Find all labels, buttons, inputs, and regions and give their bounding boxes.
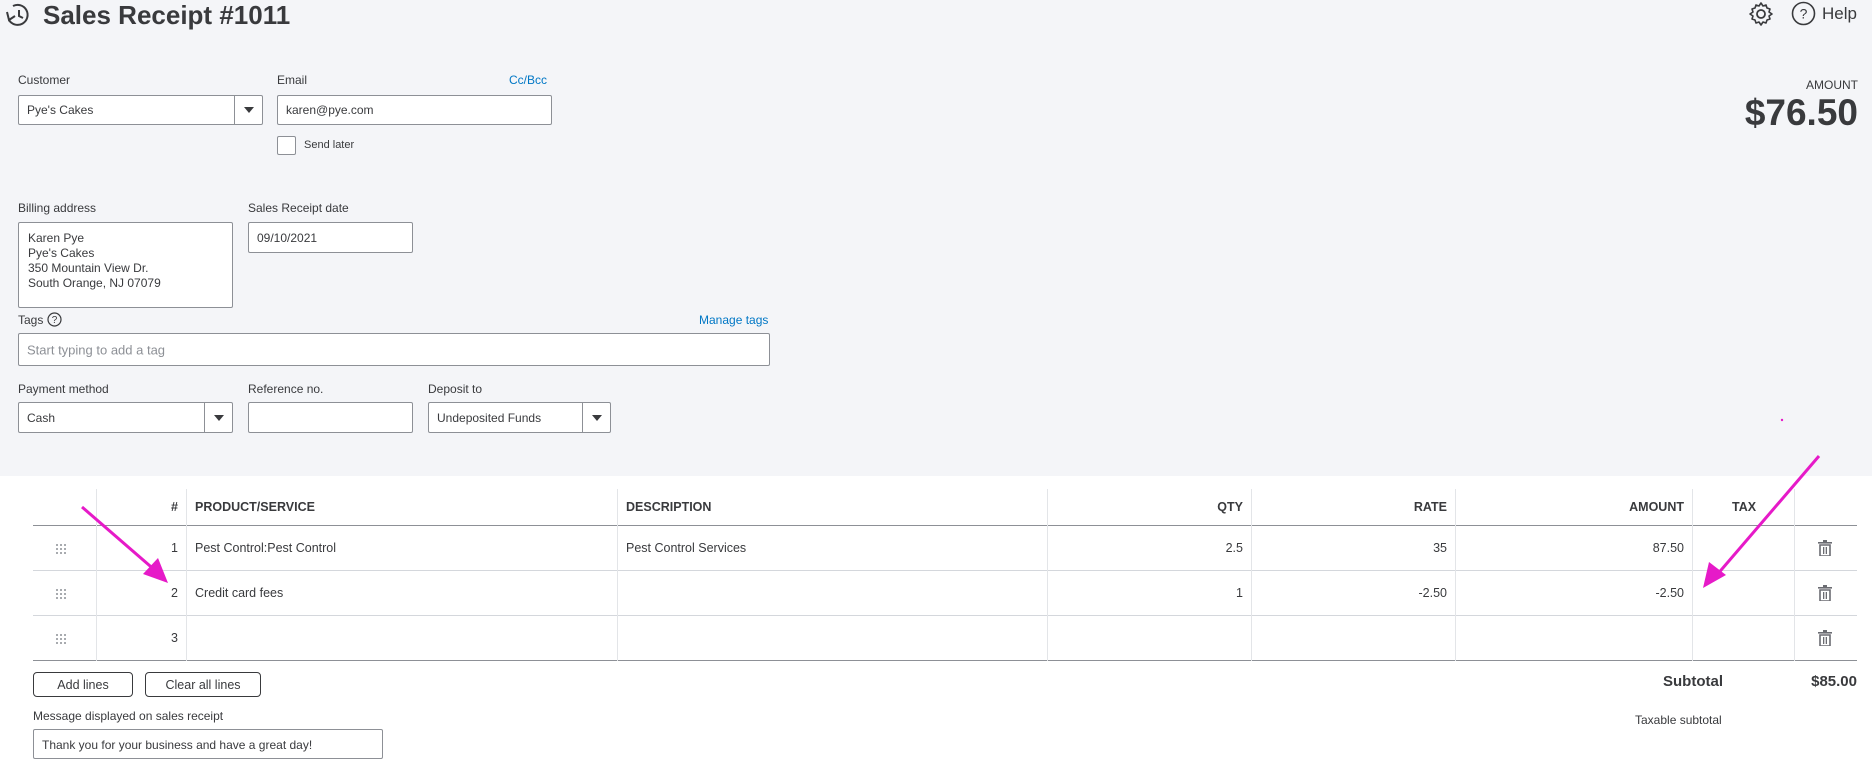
add-lines-button[interactable]: Add lines — [33, 672, 133, 697]
reference-field[interactable] — [248, 402, 413, 433]
row-divider — [33, 570, 1857, 571]
cell-amount[interactable]: 87.50 — [1455, 541, 1692, 555]
chevron-down-icon[interactable] — [204, 403, 232, 432]
clear-all-lines-button[interactable]: Clear all lines — [145, 672, 261, 697]
deposit-to-select[interactable]: Undeposited Funds — [428, 402, 611, 433]
col-header-rate: RATE — [1413, 500, 1447, 514]
col-header-num: # — [171, 500, 178, 514]
tags-input[interactable]: Start typing to add a tag — [18, 333, 770, 366]
payment-method-select[interactable]: Cash — [18, 402, 233, 433]
tags-label: Tags — [18, 312, 44, 327]
taxable-subtotal-label: Taxable subtotal — [1635, 713, 1722, 727]
cell-amount[interactable]: -2.50 — [1455, 586, 1692, 600]
drag-handle-icon[interactable] — [56, 589, 68, 599]
col-divider — [617, 489, 618, 661]
info-icon[interactable]: ? — [47, 312, 62, 327]
col-divider — [1047, 489, 1048, 661]
col-header-amount: AMOUNT — [1629, 500, 1684, 514]
tags-placeholder: Start typing to add a tag — [27, 342, 166, 357]
table-bottom-divider — [33, 660, 1857, 661]
cc-bcc-link[interactable]: Cc/Bcc — [509, 73, 547, 87]
email-value: karen@pye.com — [286, 103, 374, 117]
cell-num: 1 — [171, 541, 178, 555]
subtotal-value: $85.00 — [1811, 673, 1857, 690]
cell-qty[interactable]: 2.5 — [1047, 541, 1251, 555]
deposit-to-value: Undeposited Funds — [437, 410, 542, 425]
trash-icon[interactable] — [1818, 630, 1832, 646]
drag-handle-icon[interactable] — [56, 544, 68, 554]
cell-qty[interactable]: 1 — [1047, 586, 1251, 600]
payment-method-value: Cash — [27, 410, 56, 425]
page-title: Sales Receipt #1011 — [43, 0, 291, 30]
cell-product[interactable]: Credit card fees — [187, 586, 291, 600]
cell-description[interactable]: Pest Control Services — [618, 541, 754, 555]
col-header-tax: TAX — [1732, 500, 1757, 514]
svg-text:?: ? — [52, 315, 58, 326]
col-divider — [1692, 489, 1693, 661]
chevron-down-icon[interactable] — [234, 96, 262, 124]
col-header-qty: QTY — [1217, 500, 1243, 514]
customer-label: Customer — [18, 73, 71, 87]
reference-label: Reference no. — [248, 382, 324, 396]
gear-icon[interactable] — [1748, 1, 1774, 27]
recent-history-icon[interactable] — [4, 2, 32, 28]
col-header-product: PRODUCT/SERVICE — [195, 500, 315, 514]
row-divider — [33, 615, 1857, 616]
col-divider — [186, 489, 187, 661]
col-divider — [1251, 489, 1252, 661]
cell-product[interactable]: Pest Control:Pest Control — [187, 541, 344, 555]
email-label: Email — [277, 73, 308, 87]
col-header-description: DESCRIPTION — [626, 500, 712, 514]
table-header-divider — [33, 525, 1857, 526]
email-field[interactable]: karen@pye.com — [277, 95, 552, 125]
payment-method-label: Payment method — [18, 382, 109, 396]
svg-text:?: ? — [1800, 6, 1808, 22]
trash-icon[interactable] — [1818, 585, 1832, 601]
billing-address-field[interactable]: Karen Pye Pye's Cakes 350 Mountain View … — [18, 222, 233, 308]
subtotal-label: Subtotal — [1663, 673, 1723, 690]
send-later-label: Send later — [304, 139, 355, 151]
message-label: Message displayed on sales receipt — [33, 709, 224, 723]
help-button[interactable]: ? Help — [1791, 1, 1857, 26]
billing-line: Karen Pye — [28, 231, 85, 245]
col-divider — [1455, 489, 1456, 661]
chevron-down-icon[interactable] — [582, 403, 610, 432]
trash-icon[interactable] — [1818, 540, 1832, 556]
amount-value: $76.50 — [1744, 92, 1858, 133]
deposit-to-label: Deposit to — [428, 382, 483, 396]
help-icon: ? — [1791, 1, 1816, 26]
manage-tags-link[interactable]: Manage tags — [699, 313, 768, 327]
receipt-date-field[interactable]: 09/10/2021 — [248, 222, 413, 253]
drag-handle-icon[interactable] — [56, 634, 68, 644]
send-later-checkbox[interactable] — [277, 136, 296, 155]
customer-select[interactable]: Pye's Cakes — [18, 95, 263, 125]
billing-line: South Orange, NJ 07079 — [28, 276, 161, 290]
cell-num: 2 — [171, 586, 178, 600]
billing-address-label: Billing address — [18, 201, 97, 215]
col-divider — [1794, 489, 1795, 661]
amount-label: AMOUNT — [1806, 78, 1858, 92]
tags-label-group: Tags ? — [18, 312, 62, 327]
customer-value: Pye's Cakes — [27, 103, 94, 117]
message-value: Thank you for your business and have a g… — [42, 738, 313, 752]
help-label: Help — [1822, 3, 1857, 23]
cell-rate[interactable]: -2.50 — [1251, 586, 1455, 600]
receipt-date-value: 09/10/2021 — [257, 230, 318, 245]
receipt-date-label: Sales Receipt date — [248, 201, 349, 215]
cell-rate[interactable]: 35 — [1251, 541, 1455, 555]
cell-num: 3 — [171, 631, 178, 645]
billing-line: 350 Mountain View Dr. — [28, 261, 149, 275]
billing-line: Pye's Cakes — [28, 246, 95, 260]
